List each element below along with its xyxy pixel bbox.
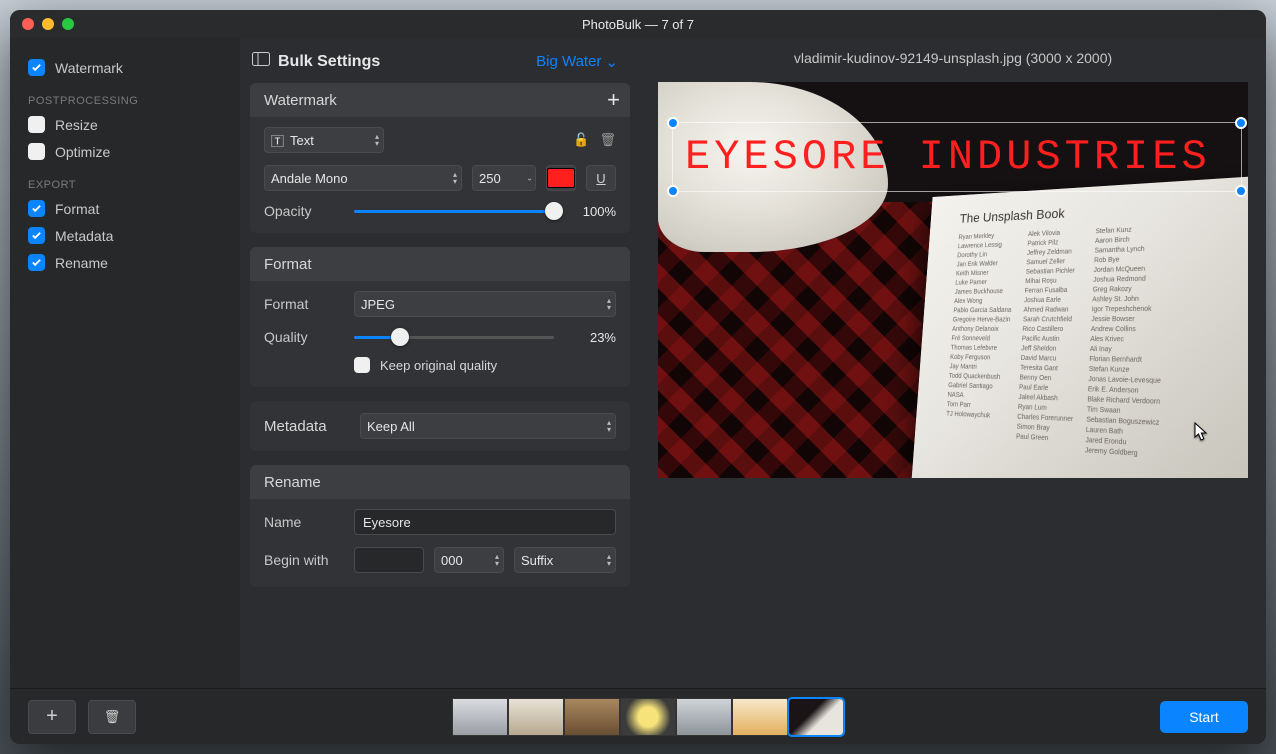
- thumbnail-6[interactable]: [732, 698, 788, 736]
- checkbox-watermark[interactable]: [28, 59, 45, 76]
- quality-value: 23%: [564, 330, 616, 345]
- watermark-type-value: Text: [290, 133, 314, 148]
- sidebar-label: Format: [55, 201, 99, 217]
- sidebar-toggle-icon[interactable]: [252, 52, 270, 71]
- watermark-overlay-text: EYESORE INDUSTRIES: [685, 133, 1211, 181]
- resize-handle-se[interactable]: [1235, 185, 1247, 197]
- sidebar-label: Rename: [55, 255, 108, 271]
- chevron-down-icon: ⌄: [605, 53, 618, 71]
- cursor-icon: [1194, 422, 1208, 442]
- sidebar-label: Optimize: [55, 144, 110, 160]
- sidebar-item-metadata[interactable]: Metadata: [28, 222, 222, 249]
- keep-quality-checkbox[interactable]: [354, 357, 370, 373]
- remove-images-button[interactable]: 🗑: [88, 700, 136, 734]
- checkbox-optimize[interactable]: [28, 143, 45, 160]
- name-label: Name: [264, 514, 344, 530]
- rename-name-input[interactable]: [354, 509, 616, 535]
- metadata-panel: Metadata Keep All ▴▾: [250, 401, 630, 451]
- checkbox-resize[interactable]: [28, 116, 45, 133]
- start-button[interactable]: Start: [1160, 701, 1248, 733]
- settings-title: Bulk Settings: [278, 53, 380, 71]
- resize-handle-ne[interactable]: [1235, 117, 1247, 129]
- format-label: Format: [264, 296, 344, 312]
- format-value: JPEG: [361, 297, 395, 312]
- thumbnail-4[interactable]: [620, 698, 676, 736]
- sidebar-label: Metadata: [55, 228, 113, 244]
- minimize-window[interactable]: [42, 18, 54, 30]
- text-type-icon: 🅃: [271, 131, 284, 150]
- opacity-value: 100%: [564, 204, 616, 219]
- sidebar: Watermark POSTPROCESSING Resize Optimize…: [10, 38, 240, 688]
- begin-with-label: Begin with: [264, 552, 344, 568]
- delete-watermark-button[interactable]: 🗑: [599, 132, 616, 148]
- credits-col-2: Alek ViloviaPatrick PilzJeffrey ZeldmanS…: [1015, 229, 1082, 454]
- preset-name: Big Water: [536, 53, 601, 70]
- checkbox-rename[interactable]: [28, 254, 45, 271]
- metadata-label: Metadata: [264, 418, 344, 435]
- sidebar-item-optimize[interactable]: Optimize: [28, 138, 222, 165]
- credits-col-1: Ryan MerkleyLawrence LessigDorothy LinJa…: [944, 232, 1016, 450]
- preview-pane: vladimir-kudinov-92149-unsplash.jpg (300…: [640, 38, 1266, 688]
- resize-handle-sw[interactable]: [667, 185, 679, 197]
- metadata-select[interactable]: Keep All ▴▾: [360, 413, 616, 439]
- section-postprocessing: POSTPROCESSING: [28, 95, 222, 107]
- close-window[interactable]: [22, 18, 34, 30]
- watermark-bounding-box[interactable]: EYESORE INDUSTRIES: [672, 122, 1242, 192]
- thumbnail-strip: [148, 698, 1148, 736]
- panel-title: Rename: [264, 474, 321, 491]
- color-picker[interactable]: [546, 165, 576, 191]
- sidebar-label: Resize: [55, 117, 98, 133]
- thumbnail-1[interactable]: [452, 698, 508, 736]
- watermark-type-select[interactable]: 🅃 Text ▴▾: [264, 127, 384, 153]
- sidebar-item-watermark[interactable]: Watermark: [28, 54, 222, 81]
- panel-title: Format: [264, 256, 312, 273]
- credits-col-3: Stefan KunzAaron BirchSamantha LynchRob …: [1085, 225, 1167, 459]
- counter-value: 000: [441, 553, 463, 568]
- section-export: EXPORT: [28, 179, 222, 191]
- checkbox-metadata[interactable]: [28, 227, 45, 244]
- thumbnail-5[interactable]: [676, 698, 732, 736]
- thumbnail-7[interactable]: [788, 698, 844, 736]
- format-select[interactable]: JPEG ▴▾: [354, 291, 616, 317]
- sidebar-item-rename[interactable]: Rename: [28, 249, 222, 276]
- checkbox-format[interactable]: [28, 200, 45, 217]
- book-title: The Unsplash Book: [959, 195, 1248, 226]
- preview-filename: vladimir-kudinov-92149-unsplash.jpg (300…: [640, 38, 1266, 72]
- add-watermark-button[interactable]: +: [607, 87, 620, 113]
- position-select[interactable]: Suffix ▴▾: [514, 547, 616, 573]
- panel-title: Watermark: [264, 92, 337, 109]
- preset-dropdown[interactable]: Big Water ⌄: [536, 53, 618, 71]
- opacity-label: Opacity: [264, 203, 344, 219]
- resize-handle-nw[interactable]: [667, 117, 679, 129]
- preview-canvas[interactable]: The Unsplash Book Ryan MerkleyLawrence L…: [658, 82, 1248, 478]
- counter-select[interactable]: 000 ▴▾: [434, 547, 504, 573]
- thumbnail-3[interactable]: [564, 698, 620, 736]
- format-panel: Format Format JPEG ▴▾ Quality: [250, 247, 630, 387]
- window-title: PhotoBulk — 7 of 7: [10, 17, 1266, 32]
- add-images-button[interactable]: +: [28, 700, 76, 734]
- font-size-value: 250: [479, 171, 501, 186]
- rename-panel: Rename Name Begin with 000 ▴▾: [250, 465, 630, 587]
- font-value: Andale Mono: [271, 171, 348, 186]
- begin-with-input[interactable]: [354, 547, 424, 573]
- thumbnail-2[interactable]: [508, 698, 564, 736]
- position-value: Suffix: [521, 553, 553, 568]
- sidebar-item-format[interactable]: Format: [28, 195, 222, 222]
- font-size-select[interactable]: 250 ⌄: [472, 165, 536, 191]
- titlebar[interactable]: PhotoBulk — 7 of 7: [10, 10, 1266, 38]
- font-select[interactable]: Andale Mono ▴▾: [264, 165, 462, 191]
- sidebar-item-resize[interactable]: Resize: [28, 111, 222, 138]
- keep-quality-label: Keep original quality: [380, 358, 497, 373]
- underline-button[interactable]: U: [586, 165, 616, 191]
- unlock-icon[interactable]: 🔓: [573, 132, 589, 148]
- quality-label: Quality: [264, 329, 344, 345]
- bulk-settings-panel: Bulk Settings Big Water ⌄ Watermark + 🅃: [240, 38, 640, 688]
- opacity-slider[interactable]: [354, 210, 554, 213]
- metadata-value: Keep All: [367, 419, 415, 434]
- zoom-window[interactable]: [62, 18, 74, 30]
- footer: + 🗑 Start: [10, 688, 1266, 744]
- quality-slider[interactable]: [354, 336, 554, 339]
- watermark-panel: Watermark + 🅃 Text ▴▾ 🔓 🗑: [250, 83, 630, 233]
- sidebar-label: Watermark: [55, 60, 123, 76]
